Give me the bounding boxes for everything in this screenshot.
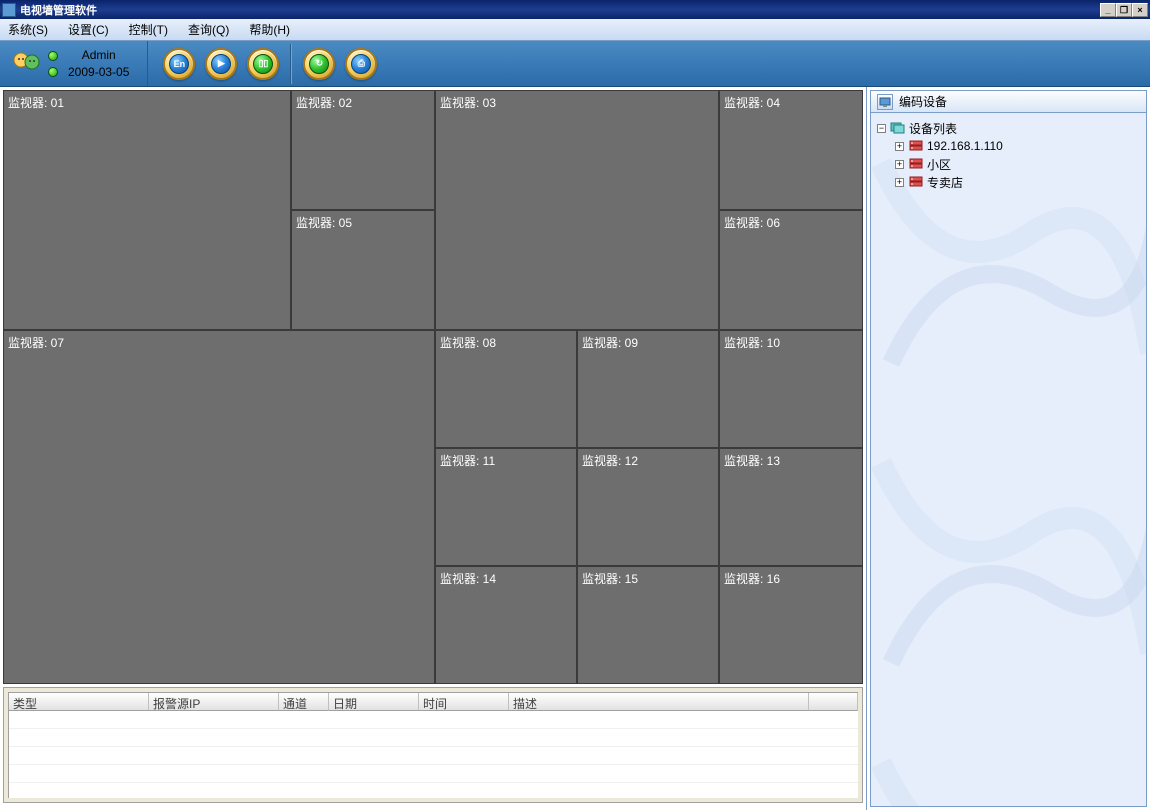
monitor-5[interactable]: 监视器: 05 bbox=[291, 210, 435, 330]
server-icon bbox=[908, 157, 924, 171]
monitor-10[interactable]: 监视器: 10 bbox=[719, 330, 863, 448]
user-name: Admin bbox=[68, 47, 129, 64]
menubar: 系统(S) 设置(C) 控制(T) 查询(Q) 帮助(H) bbox=[0, 19, 1150, 41]
user-info: Admin 2009-03-05 bbox=[68, 47, 129, 81]
toolbar: Admin 2009-03-05 En ▶ ▯▯ ↻ ⎙ bbox=[0, 41, 1150, 87]
user-icon bbox=[10, 48, 42, 80]
server-icon bbox=[908, 175, 924, 189]
menu-query[interactable]: 查询(Q) bbox=[184, 19, 233, 40]
window-buttons: _ ❐ × bbox=[1100, 3, 1148, 17]
event-grid: 类型 报警源IP 通道 日期 时间 描述 bbox=[8, 692, 858, 798]
event-col-time[interactable]: 时间 bbox=[419, 693, 509, 711]
tree-item-2[interactable]: + 专卖店 bbox=[877, 173, 1140, 191]
tree-item-1[interactable]: + 小区 bbox=[877, 155, 1140, 173]
titlebar: 电视墙管理软件 _ ❐ × bbox=[0, 0, 1150, 19]
monitor-8[interactable]: 监视器: 08 bbox=[435, 330, 577, 448]
tree-root[interactable]: − 设备列表 bbox=[877, 119, 1140, 137]
device-tab-icon bbox=[877, 94, 893, 110]
menu-settings[interactable]: 设置(C) bbox=[64, 19, 113, 40]
monitor-grid: 监视器: 01监视器: 02监视器: 03监视器: 04监视器: 05监视器: … bbox=[3, 90, 863, 684]
display-icon: ⎙ bbox=[351, 54, 371, 74]
status-dots bbox=[48, 51, 58, 77]
minimize-button[interactable]: _ bbox=[1100, 3, 1116, 17]
monitor-3[interactable]: 监视器: 03 bbox=[435, 90, 719, 330]
monitor-9[interactable]: 监视器: 09 bbox=[577, 330, 719, 448]
event-panel: 类型 报警源IP 通道 日期 时间 描述 bbox=[3, 687, 863, 803]
toolbar-play-button[interactable]: ▶ bbox=[205, 48, 237, 80]
monitor-2[interactable]: 监视器: 02 bbox=[291, 90, 435, 210]
monitor-4[interactable]: 监视器: 04 bbox=[719, 90, 863, 210]
monitor-16[interactable]: 监视器: 16 bbox=[719, 566, 863, 684]
toolbar-refresh-button[interactable]: ↻ bbox=[303, 48, 335, 80]
monitor-7[interactable]: 监视器: 07 bbox=[3, 330, 435, 684]
toolbar-lang-button[interactable]: En bbox=[163, 48, 195, 80]
monitor-1[interactable]: 监视器: 01 bbox=[3, 90, 291, 330]
toolbar-display-button[interactable]: ⎙ bbox=[345, 48, 377, 80]
user-block: Admin 2009-03-05 bbox=[6, 41, 148, 86]
toolbar-separator bbox=[290, 44, 292, 84]
menu-control[interactable]: 控制(T) bbox=[125, 19, 172, 40]
status-dot-icon bbox=[48, 67, 58, 77]
tree-item-label: 192.168.1.110 bbox=[927, 139, 1003, 153]
tree-item-0[interactable]: +192.168.1.110 bbox=[877, 137, 1140, 155]
monitor-15[interactable]: 监视器: 15 bbox=[577, 566, 719, 684]
menu-system[interactable]: 系统(S) bbox=[4, 19, 52, 40]
monitor-12[interactable]: 监视器: 12 bbox=[577, 448, 719, 566]
layout-icon: ▯▯ bbox=[253, 54, 273, 74]
event-header-row: 类型 报警源IP 通道 日期 时间 描述 bbox=[9, 693, 858, 711]
app-icon bbox=[2, 3, 16, 17]
status-dot-icon bbox=[48, 51, 58, 61]
expand-icon[interactable]: + bbox=[895, 178, 904, 187]
expand-icon[interactable]: + bbox=[895, 160, 904, 169]
event-col-type[interactable]: 类型 bbox=[9, 693, 149, 711]
event-col-desc[interactable]: 描述 bbox=[509, 693, 809, 711]
sidebar-tab-label: 编码设备 bbox=[899, 93, 947, 110]
left-column: 监视器: 01监视器: 02监视器: 03监视器: 04监视器: 05监视器: … bbox=[0, 87, 866, 810]
sidebar: 编码设备 − 设备列表 +192.168.1.110+小区+专卖店 bbox=[866, 87, 1150, 810]
refresh-icon: ↻ bbox=[309, 54, 329, 74]
server-icon bbox=[908, 139, 924, 153]
device-tree[interactable]: − 设备列表 +192.168.1.110+小区+专卖店 bbox=[870, 112, 1147, 807]
monitor-14[interactable]: 监视器: 14 bbox=[435, 566, 577, 684]
event-col-chan[interactable]: 通道 bbox=[279, 693, 329, 711]
event-col-srcip[interactable]: 报警源IP bbox=[149, 693, 279, 711]
main: 监视器: 01监视器: 02监视器: 03监视器: 04监视器: 05监视器: … bbox=[0, 87, 1150, 810]
event-col-spacer bbox=[809, 693, 858, 711]
tree-item-label: 小区 bbox=[927, 156, 951, 173]
toolbar-layout-button[interactable]: ▯▯ bbox=[247, 48, 279, 80]
window-title: 电视墙管理软件 bbox=[20, 2, 1100, 18]
expand-icon[interactable]: + bbox=[895, 142, 904, 151]
event-body[interactable] bbox=[9, 711, 858, 798]
device-list-icon bbox=[890, 121, 906, 135]
monitor-13[interactable]: 监视器: 13 bbox=[719, 448, 863, 566]
monitor-6[interactable]: 监视器: 06 bbox=[719, 210, 863, 330]
monitor-11[interactable]: 监视器: 11 bbox=[435, 448, 577, 566]
user-date: 2009-03-05 bbox=[68, 64, 129, 81]
play-icon: ▶ bbox=[211, 54, 231, 74]
tree-item-label: 专卖店 bbox=[927, 174, 963, 191]
close-button[interactable]: × bbox=[1132, 3, 1148, 17]
lang-icon: En bbox=[169, 54, 189, 74]
menu-help[interactable]: 帮助(H) bbox=[245, 19, 294, 40]
tree-root-label: 设备列表 bbox=[909, 120, 957, 137]
restore-button[interactable]: ❐ bbox=[1116, 3, 1132, 17]
sidebar-tab-encode-device[interactable]: 编码设备 bbox=[870, 90, 1147, 112]
event-col-date[interactable]: 日期 bbox=[329, 693, 419, 711]
collapse-icon[interactable]: − bbox=[877, 124, 886, 133]
